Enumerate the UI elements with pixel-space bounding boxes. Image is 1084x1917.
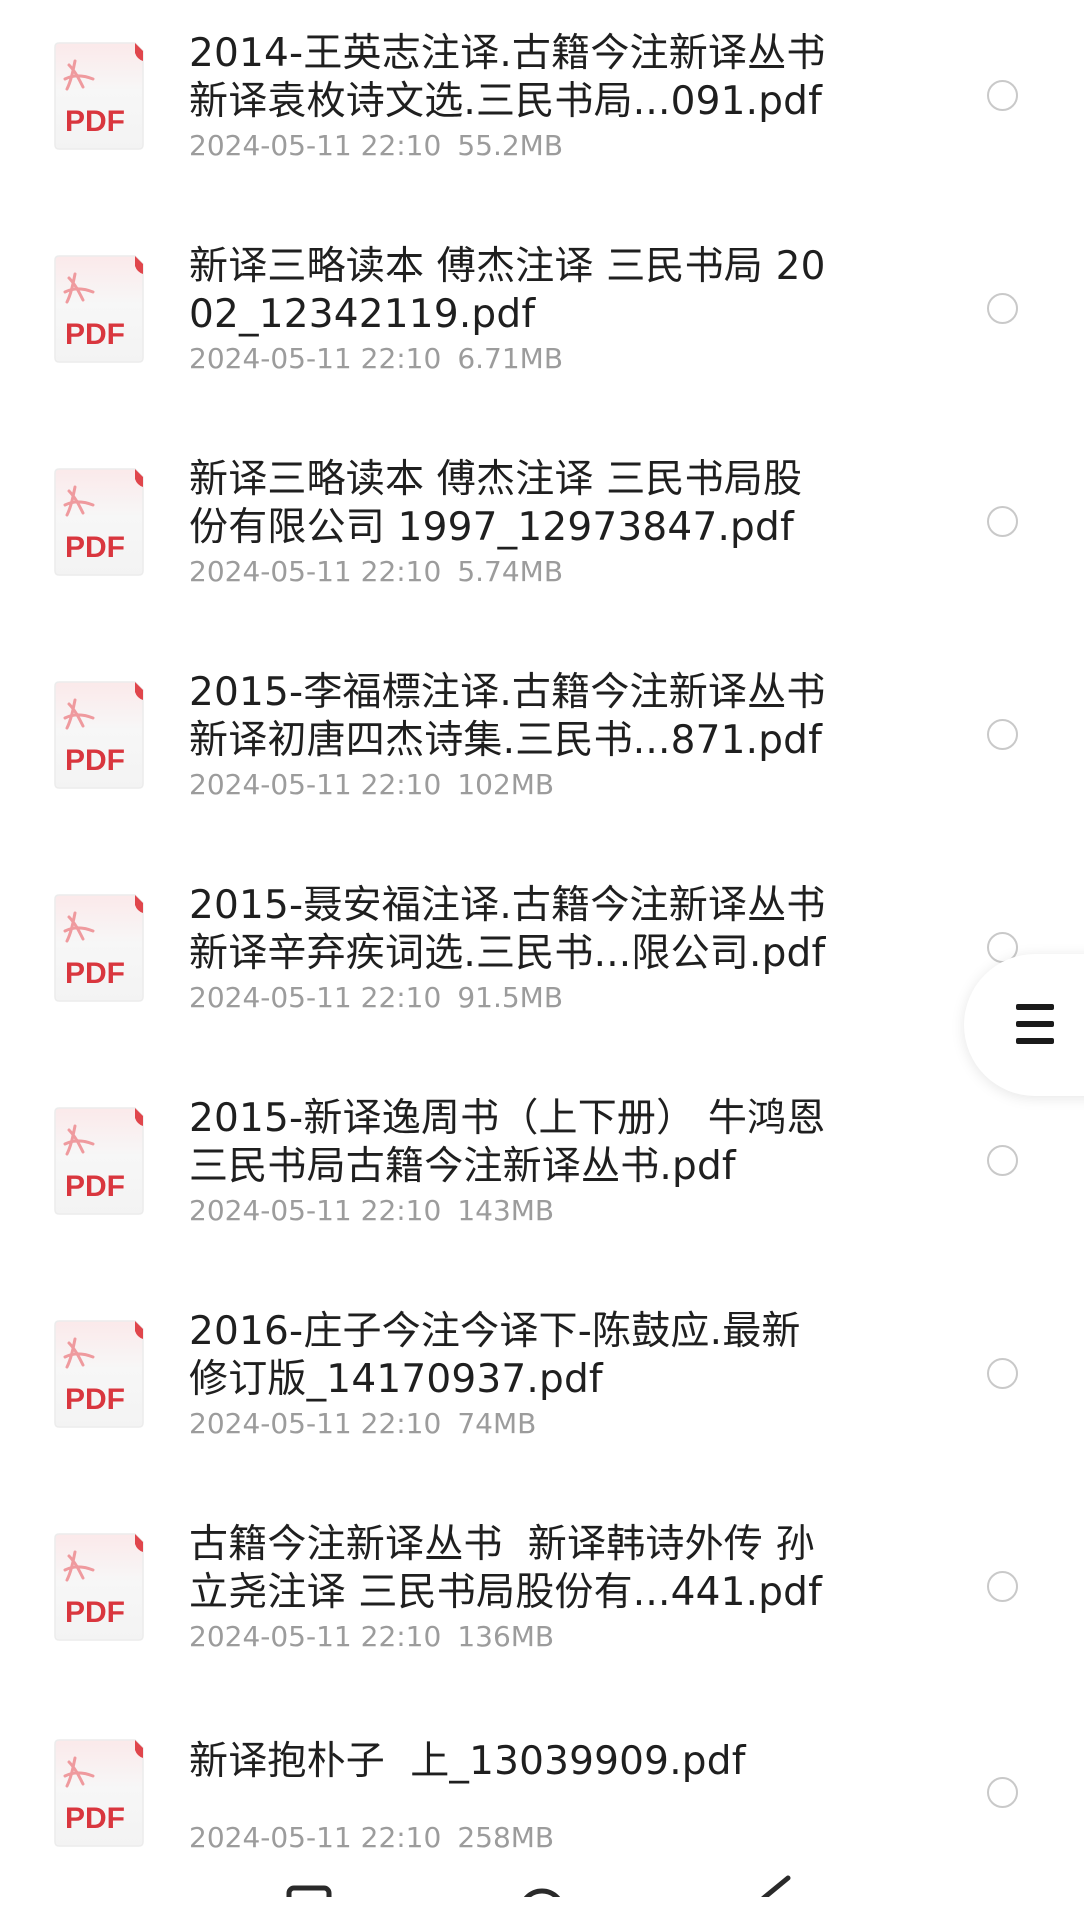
file-size: 258MB [457,1821,555,1854]
radio-unchecked-icon[interactable] [987,719,1018,750]
radio-unchecked-icon[interactable] [987,293,1018,324]
file-name: 2016-庄子今注今译下-陈鼓应.最新 修订版_14170937.pdf [189,1309,801,1402]
file-meta: 2024-05-11 22:10 258MB [189,1821,554,1855]
svg-text:PDF: PDF [65,318,125,351]
radio-unchecked-icon[interactable] [987,506,1018,537]
radio-unchecked-icon[interactable] [987,1358,1018,1389]
svg-text:PDF: PDF [65,1383,125,1416]
svg-text:PDF: PDF [65,744,125,777]
pdf-file-icon: PDF [54,1320,144,1428]
radio-unchecked-icon[interactable] [987,1571,1018,1602]
file-size: 91.5MB [457,981,564,1014]
list-item[interactable]: PDF 2015-新译逸周书（上下册） 牛鸿恩 三民书局古籍今注新译丛书.pdf… [0,1065,1084,1278]
file-name: 2015-李福標注译.古籍今注新译丛书 新译初唐四杰诗集.三民书...871.p… [189,670,826,763]
file-size: 136MB [457,1620,555,1653]
file-date: 2024-05-11 22:10 [189,768,442,801]
file-size: 55.2MB [457,129,564,162]
file-size: 102MB [457,768,555,801]
list-item[interactable]: PDF 古籍今注新译丛书 新译韩诗外传 孙 立尧注译 三民书局股份有...441… [0,1491,1084,1704]
file-date: 2024-05-11 22:10 [189,1620,442,1653]
hamburger-menu-icon [1016,1004,1054,1044]
list-item[interactable]: PDF 2014-王英志注译.古籍今注新译丛书 新译袁枚诗文选.三民书局...0… [0,0,1084,213]
file-meta: 2024-05-11 22:10 55.2MB [189,129,563,163]
system-nav-bar [0,1870,1084,1897]
file-date: 2024-05-11 22:10 [189,555,442,588]
list-item[interactable]: PDF 2016-庄子今注今译下-陈鼓应.最新 修订版_14170937.pdf… [0,1278,1084,1491]
pdf-file-icon: PDF [54,255,144,363]
radio-unchecked-icon[interactable] [987,1145,1018,1176]
radio-unchecked-icon[interactable] [987,80,1018,111]
pdf-file-icon: PDF [54,468,144,576]
file-meta: 2024-05-11 22:10 6.71MB [189,342,563,376]
file-size: 143MB [457,1194,555,1227]
circle-home-icon[interactable] [517,1870,567,1897]
file-size: 74MB [457,1407,537,1440]
radio-unchecked-icon[interactable] [987,1777,1018,1808]
pdf-file-icon: PDF [54,894,144,1002]
file-date: 2024-05-11 22:10 [189,342,442,375]
file-meta: 2024-05-11 22:10 102MB [189,768,554,802]
svg-text:PDF: PDF [65,1596,125,1629]
svg-text:PDF: PDF [65,531,125,564]
file-date: 2024-05-11 22:10 [189,1821,442,1854]
file-meta: 2024-05-11 22:10 5.74MB [189,555,563,589]
file-meta: 2024-05-11 22:10 91.5MB [189,981,563,1015]
file-list: PDF 2014-王英志注译.古籍今注新译丛书 新译袁枚诗文选.三民书局...0… [0,0,1084,1897]
pdf-file-icon: PDF [54,1107,144,1215]
file-size: 6.71MB [457,342,564,375]
list-item[interactable]: PDF 2015-聂安福注译.古籍今注新译丛书 新译辛弃疾词选.三民书...限公… [0,852,1084,1065]
list-item[interactable]: PDF 新译三略读本 傅杰注译 三民书局股 份有限公司 1997_1297384… [0,426,1084,639]
file-meta: 2024-05-11 22:10 136MB [189,1620,554,1654]
file-meta: 2024-05-11 22:10 74MB [189,1407,536,1441]
file-name: 古籍今注新译丛书 新译韩诗外传 孙 立尧注译 三民书局股份有...441.pdf [189,1522,823,1615]
triangle-back-icon[interactable] [748,1870,798,1897]
pdf-file-icon: PDF [54,42,144,150]
file-name: 2015-新译逸周书（上下册） 牛鸿恩 三民书局古籍今注新译丛书.pdf [189,1096,826,1189]
file-meta: 2024-05-11 22:10 143MB [189,1194,554,1228]
file-date: 2024-05-11 22:10 [189,1194,442,1227]
pdf-file-icon: PDF [54,1739,144,1847]
list-item[interactable]: PDF 2015-李福標注译.古籍今注新译丛书 新译初唐四杰诗集.三民书...8… [0,639,1084,852]
list-item[interactable]: PDF 新译三略读本 傅杰注译 三民书局 20 02_12342119.pdf … [0,213,1084,426]
svg-text:PDF: PDF [65,1802,125,1835]
file-name: 2015-聂安福注译.古籍今注新译丛书 新译辛弃疾词选.三民书...限公司.pd… [189,883,826,976]
svg-text:PDF: PDF [65,957,125,990]
file-date: 2024-05-11 22:10 [189,1407,442,1440]
file-name: 新译抱朴子 上_13039909.pdf [189,1739,746,1784]
square-nav-icon[interactable] [286,1870,336,1897]
svg-text:PDF: PDF [65,1170,125,1203]
svg-text:PDF: PDF [65,105,125,138]
file-date: 2024-05-11 22:10 [189,981,442,1014]
file-date: 2024-05-11 22:10 [189,129,442,162]
file-name: 2014-王英志注译.古籍今注新译丛书 新译袁枚诗文选.三民书局...091.p… [189,31,826,124]
file-size: 5.74MB [457,555,564,588]
file-name: 新译三略读本 傅杰注译 三民书局 20 02_12342119.pdf [189,244,826,337]
file-name: 新译三略读本 傅杰注译 三民书局股 份有限公司 1997_12973847.pd… [189,457,803,550]
pdf-file-icon: PDF [54,1533,144,1641]
pdf-file-icon: PDF [54,681,144,789]
